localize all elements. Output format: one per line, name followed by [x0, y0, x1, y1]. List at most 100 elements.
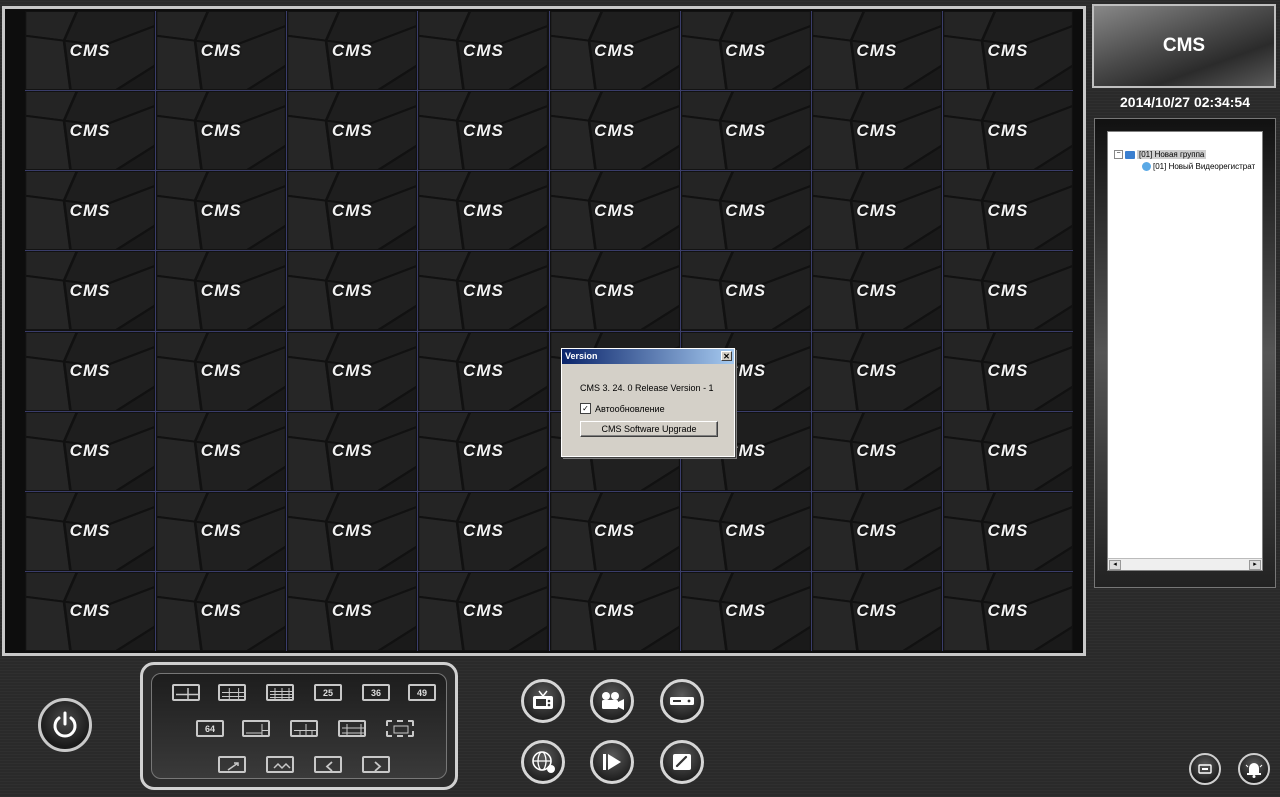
- previous-page-button[interactable]: [314, 756, 342, 773]
- video-channel-cell[interactable]: CMS: [287, 11, 418, 91]
- layout-9-button[interactable]: [218, 684, 246, 701]
- video-channel-cell[interactable]: CMS: [680, 491, 811, 571]
- video-channel-cell[interactable]: CMS: [680, 11, 811, 91]
- video-channel-cell[interactable]: CMS: [942, 411, 1073, 491]
- video-channel-cell[interactable]: CMS: [418, 171, 549, 251]
- layout-6-button[interactable]: [242, 720, 270, 737]
- auto-update-checkbox[interactable]: ✓: [580, 403, 591, 414]
- video-channel-cell[interactable]: CMS: [942, 331, 1073, 411]
- video-channel-cell[interactable]: CMS: [418, 91, 549, 171]
- video-channel-cell[interactable]: CMS: [25, 571, 156, 651]
- video-channel-cell[interactable]: CMS: [680, 171, 811, 251]
- next-page-button[interactable]: [362, 756, 390, 773]
- fullscreen-button[interactable]: [386, 720, 414, 737]
- device-tree[interactable]: − [01] Новая группа [01] Новый Видеореги…: [1107, 131, 1263, 571]
- video-channel-cell[interactable]: CMS: [287, 491, 418, 571]
- video-channel-cell[interactable]: CMS: [549, 91, 680, 171]
- video-channel-cell[interactable]: CMS: [25, 251, 156, 331]
- video-channel-cell[interactable]: CMS: [156, 331, 287, 411]
- playback-button[interactable]: [590, 740, 634, 784]
- sequence-button[interactable]: [266, 756, 294, 773]
- layout-49-button[interactable]: 49: [408, 684, 436, 701]
- video-channel-cell[interactable]: CMS: [287, 331, 418, 411]
- alarm-button[interactable]: [1238, 753, 1270, 785]
- video-channel-cell[interactable]: CMS: [25, 171, 156, 251]
- dialog-titlebar[interactable]: Version ✕: [562, 349, 734, 364]
- video-channel-cell[interactable]: CMS: [25, 411, 156, 491]
- video-channel-cell[interactable]: CMS: [418, 11, 549, 91]
- network-button[interactable]: [521, 740, 565, 784]
- video-channel-cell[interactable]: CMS: [156, 571, 287, 651]
- video-channel-cell[interactable]: CMS: [811, 411, 942, 491]
- video-channel-cell[interactable]: CMS: [680, 251, 811, 331]
- layout-64-button[interactable]: 64: [196, 720, 224, 737]
- video-channel-cell[interactable]: CMS: [549, 11, 680, 91]
- auto-update-row[interactable]: ✓ Автообновление: [580, 403, 665, 414]
- layout-36-button[interactable]: 36: [362, 684, 390, 701]
- channel-logo: CMS: [594, 280, 635, 300]
- video-channel-cell[interactable]: CMS: [25, 491, 156, 571]
- video-channel-cell[interactable]: CMS: [549, 571, 680, 651]
- settings-button[interactable]: [660, 740, 704, 784]
- layout-13-button[interactable]: [338, 720, 366, 737]
- record-button[interactable]: [590, 679, 634, 723]
- video-channel-cell[interactable]: CMS: [680, 571, 811, 651]
- video-channel-cell[interactable]: CMS: [156, 411, 287, 491]
- collapse-icon[interactable]: −: [1114, 150, 1123, 159]
- video-channel-cell[interactable]: CMS: [287, 171, 418, 251]
- software-upgrade-button[interactable]: CMS Software Upgrade: [580, 421, 718, 437]
- power-button[interactable]: [38, 698, 92, 752]
- video-channel-cell[interactable]: CMS: [25, 331, 156, 411]
- scroll-right-icon[interactable]: ▸: [1249, 560, 1261, 570]
- video-channel-cell[interactable]: CMS: [811, 91, 942, 171]
- video-channel-cell[interactable]: CMS: [287, 91, 418, 171]
- tree-group-node[interactable]: − [01] Новая группа: [1114, 150, 1207, 159]
- video-channel-cell[interactable]: CMS: [680, 91, 811, 171]
- video-channel-cell[interactable]: CMS: [942, 251, 1073, 331]
- video-channel-cell[interactable]: CMS: [156, 11, 287, 91]
- video-channel-cell[interactable]: CMS: [811, 571, 942, 651]
- layout-25-button[interactable]: 25: [314, 684, 342, 701]
- layout-8-button[interactable]: [290, 720, 318, 737]
- video-channel-cell[interactable]: CMS: [287, 251, 418, 331]
- video-channel-cell[interactable]: CMS: [156, 91, 287, 171]
- video-channel-cell[interactable]: CMS: [811, 11, 942, 91]
- video-channel-cell[interactable]: CMS: [418, 411, 549, 491]
- video-channel-cell[interactable]: CMS: [942, 91, 1073, 171]
- video-channel-cell[interactable]: CMS: [811, 491, 942, 571]
- video-channel-cell[interactable]: CMS: [25, 91, 156, 171]
- scroll-left-icon[interactable]: ◂: [1109, 560, 1121, 570]
- remote-control-button[interactable]: [1189, 753, 1221, 785]
- video-channel-cell[interactable]: CMS: [549, 491, 680, 571]
- video-channel-cell[interactable]: CMS: [418, 571, 549, 651]
- layout-16-button[interactable]: [266, 684, 294, 701]
- dvr-button[interactable]: [660, 679, 704, 723]
- video-channel-cell[interactable]: CMS: [811, 251, 942, 331]
- video-channel-cell[interactable]: CMS: [942, 571, 1073, 651]
- tree-device-node[interactable]: [01] Новый Видеорегистрат: [1142, 162, 1255, 171]
- layout-panel-inner: 25 36 49 64: [151, 673, 447, 779]
- video-channel-cell[interactable]: CMS: [25, 11, 156, 91]
- video-channel-cell[interactable]: CMS: [418, 251, 549, 331]
- video-channel-cell[interactable]: CMS: [418, 491, 549, 571]
- video-channel-cell[interactable]: CMS: [156, 171, 287, 251]
- video-channel-cell[interactable]: CMS: [418, 331, 549, 411]
- video-channel-cell[interactable]: CMS: [942, 491, 1073, 571]
- video-channel-cell[interactable]: CMS: [549, 171, 680, 251]
- channel-logo: CMS: [69, 601, 111, 621]
- video-channel-cell[interactable]: CMS: [942, 171, 1073, 251]
- live-view-button[interactable]: [521, 679, 565, 723]
- close-icon[interactable]: ✕: [721, 351, 732, 361]
- layout-4-button[interactable]: [172, 684, 200, 701]
- video-channel-cell[interactable]: CMS: [942, 11, 1073, 91]
- video-channel-cell[interactable]: CMS: [156, 251, 287, 331]
- channel-logo: CMS: [987, 441, 1029, 461]
- video-channel-cell[interactable]: CMS: [811, 331, 942, 411]
- video-channel-cell[interactable]: CMS: [811, 171, 942, 251]
- tree-horizontal-scrollbar[interactable]: ◂ ▸: [1108, 558, 1262, 570]
- video-channel-cell[interactable]: CMS: [287, 411, 418, 491]
- video-channel-cell[interactable]: CMS: [549, 251, 680, 331]
- pip-button[interactable]: [218, 756, 246, 773]
- video-channel-cell[interactable]: CMS: [287, 571, 418, 651]
- video-channel-cell[interactable]: CMS: [156, 491, 287, 571]
